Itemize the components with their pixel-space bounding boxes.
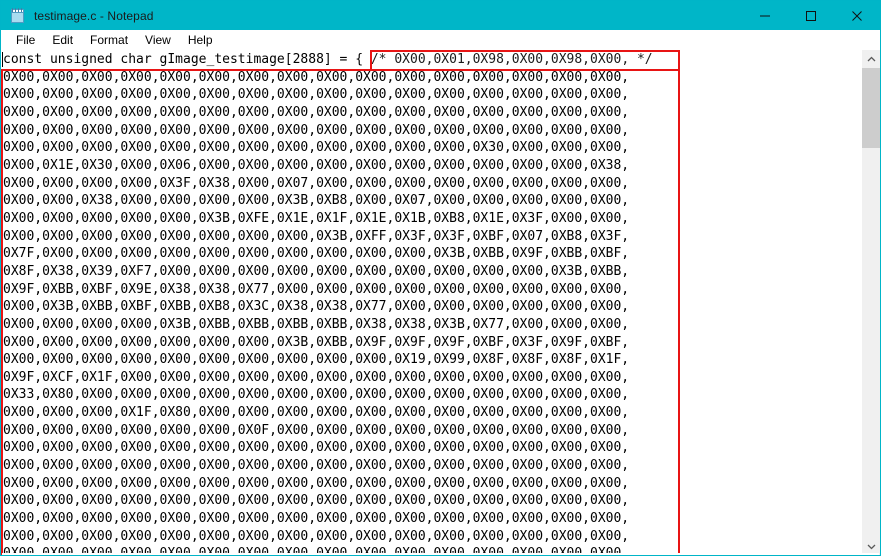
code-line: 0X00,0X00,0X00,0X00,0X00,0X00,0X00,0X00,… — [3, 104, 630, 120]
minimize-icon — [759, 10, 771, 22]
code-line: 0X00,0X00,0X00,0X00,0X00,0X00,0X00,0X00,… — [3, 352, 630, 368]
code-line: 0X00,0X3B,0XBB,0XBF,0XBB,0XB8,0X3C,0X38,… — [3, 299, 630, 315]
code-line: 0X00,0X00,0X00,0X00,0X00,0X00,0X00,0X00,… — [3, 140, 630, 156]
code-line: 0X8F,0X38,0X39,0XF7,0X00,0X00,0X00,0X00,… — [3, 263, 630, 279]
code-line: 0X00,0X00,0X00,0X1F,0X80,0X00,0X00,0X00,… — [3, 405, 630, 421]
scrollbar-thumb[interactable] — [862, 68, 880, 148]
chevron-up-icon — [867, 50, 876, 68]
window-title: testimage.c - Notepad — [34, 8, 154, 23]
close-button[interactable] — [834, 1, 880, 30]
code-line: 0X00,0X00,0X00,0X00,0X00,0X00,0X00,0X3B,… — [3, 334, 630, 350]
code-line: 0X00,0X00,0X00,0X00,0X00,0X00,0X00,0X00,… — [3, 87, 630, 103]
maximize-icon — [805, 10, 817, 22]
code-line: 0X00,0X00,0X00,0X00,0X00,0X3B,0XFE,0X1E,… — [3, 210, 630, 226]
title-bar: testimage.c - Notepad — [1, 1, 880, 30]
menu-item-edit[interactable]: Edit — [44, 31, 82, 49]
code-line: 0X00,0X1E,0X30,0X00,0X06,0X00,0X00,0X00,… — [3, 157, 630, 173]
header-comment: /* 0X00,0X01,0X98,0X00,0X98,0X00, */ — [370, 52, 653, 67]
code-line: 0X00,0X00,0X00,0X00,0X00,0X00,0X00,0X00,… — [3, 69, 630, 85]
code-content[interactable]: const unsigned char gImage_testimage[288… — [3, 51, 859, 555]
code-line: 0X00,0X00,0X00,0X00,0X3B,0XBB,0XBB,0XBB,… — [3, 316, 630, 332]
code-line: 0X00,0X00,0X38,0X00,0X00,0X00,0X00,0X3B,… — [3, 193, 630, 209]
code-line: 0X00,0X00,0X00,0X00,0X00,0X00,0X00,0X00,… — [3, 458, 630, 474]
code-line: 0X00,0X00,0X00,0X00,0X00,0X00,0X0F,0X00,… — [3, 422, 630, 438]
menu-item-format[interactable]: Format — [82, 31, 137, 49]
code-line: 0X00,0X00,0X00,0X00,0X00,0X00,0X00,0X00,… — [3, 475, 630, 491]
notepad-icon — [10, 7, 26, 24]
code-line: 0X00,0X00,0X00,0X00,0X3F,0X38,0X00,0X07,… — [3, 175, 630, 191]
code-line: 0X00,0X00,0X00,0X00,0X00,0X00,0X00,0X00,… — [3, 122, 630, 138]
menu-item-help[interactable]: Help — [180, 31, 222, 49]
code-line: 0X00,0X00,0X00,0X00,0X00,0X00,0X00,0X00,… — [3, 228, 630, 244]
code-line: 0X00,0X00,0X00,0X00,0X00,0X00,0X00,0X00,… — [3, 440, 630, 456]
minimize-button[interactable] — [742, 1, 788, 30]
code-line: 0X00,0X00,0X00,0X00,0X00,0X00,0X00,0X00,… — [3, 528, 630, 544]
maximize-button[interactable] — [788, 1, 834, 30]
code-line-declaration: const unsigned char gImage_testimage[288… — [3, 51, 859, 69]
notepad-window: testimage.c - Notepad File Edit Format V… — [0, 0, 881, 556]
code-line: 0X33,0X80,0X00,0X00,0X00,0X00,0X00,0X00,… — [3, 387, 630, 403]
code-line: 0X00,0X00,0X00,0X00,0X00,0X00,0X00,0X00,… — [3, 511, 630, 527]
text-caret — [2, 52, 3, 67]
array-declaration: const unsigned char gImage_testimage[288… — [3, 52, 371, 67]
text-editor[interactable]: const unsigned char gImage_testimage[288… — [2, 50, 879, 555]
scroll-up-button[interactable] — [862, 50, 880, 68]
menu-bar: File Edit Format View Help — [2, 30, 879, 50]
code-line: 0X9F,0XCF,0X1F,0X00,0X00,0X00,0X00,0X00,… — [3, 369, 630, 385]
code-line: 0X00,0X00,0X00,0X00,0X00,0X00,0X00,0X00,… — [3, 493, 630, 509]
code-line: 0X9F,0XBB,0XBF,0X9E,0X38,0X38,0X77,0X00,… — [3, 281, 630, 297]
menu-item-file[interactable]: File — [8, 31, 44, 49]
vertical-scrollbar[interactable] — [861, 50, 880, 555]
menu-item-view[interactable]: View — [137, 31, 180, 49]
window-bottom-edge — [2, 553, 879, 555]
window-controls — [742, 1, 880, 30]
close-icon — [851, 10, 863, 22]
code-line: 0X7F,0X00,0X00,0X00,0X00,0X00,0X00,0X00,… — [3, 246, 630, 262]
